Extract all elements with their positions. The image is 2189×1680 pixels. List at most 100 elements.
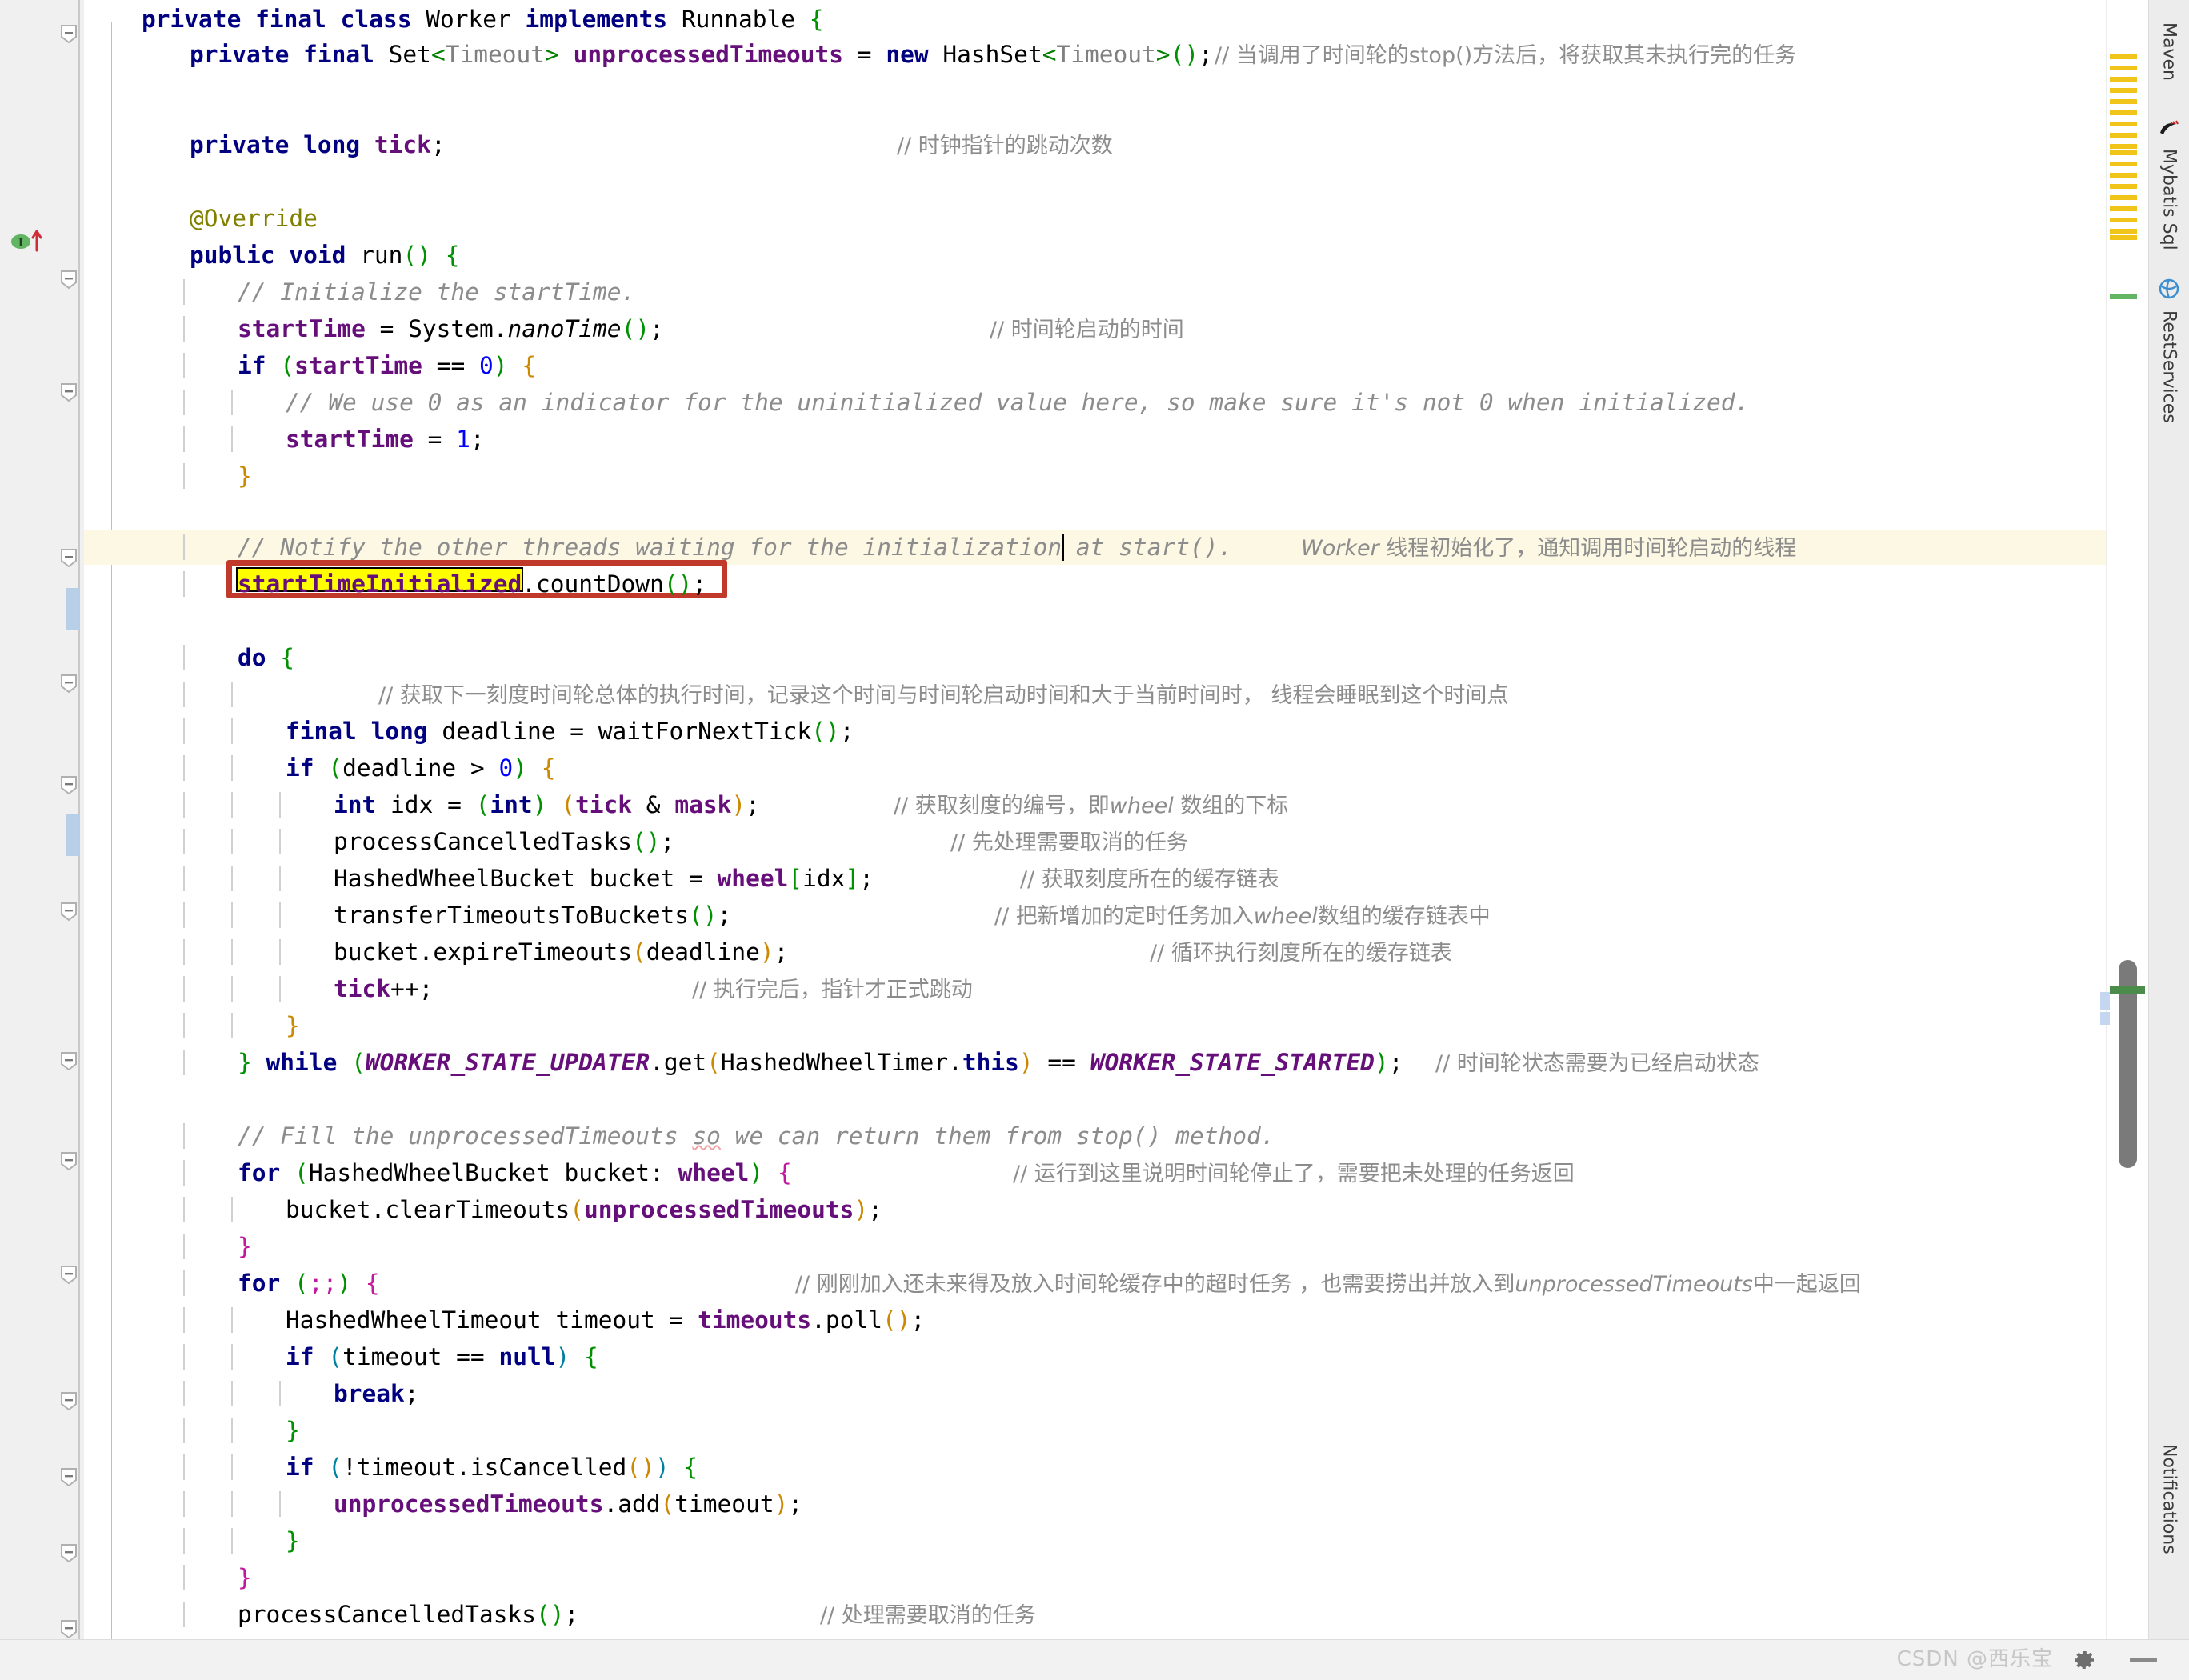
code-line[interactable]: transferTimeoutsToBuckets(); // 把新增加的定时任务… [84,898,2106,933]
scrollbar-warning-marker[interactable] [2110,66,2137,70]
code-line[interactable]: } while (WORKER_STATE_UPDATER.get(Hashed… [84,1045,2106,1080]
scrollbar-ok-marker[interactable] [2110,294,2137,299]
scrollbar-warning-marker[interactable] [2110,77,2137,82]
code-line[interactable]: if (startTime == 0) { [84,348,2106,383]
code-line[interactable]: // We use 0 as an indicator for the unin… [84,385,2106,420]
code-line[interactable]: HashedWheelBucket bucket = wheel[idx]; //… [84,861,2106,896]
code-line[interactable]: private final class Worker implements Ru… [84,2,2106,37]
code-line[interactable]: } [84,1560,2106,1595]
vcs-change-marker[interactable] [66,588,79,630]
code-token: ( [631,938,646,966]
code-line[interactable]: break; [84,1376,2106,1411]
fold-collapse-icon[interactable] [58,269,79,290]
fold-collapse-icon[interactable] [58,1264,79,1285]
fold-collapse-icon[interactable] [58,1050,79,1071]
code-line[interactable]: startTime = System.nanoTime(); // 时间轮启动的时… [84,311,2106,346]
code-token: Timeout [1056,41,1156,68]
code-line[interactable]: } [84,458,2106,494]
indent-guide [183,463,185,489]
code-token: ; [564,1601,579,1628]
fold-collapse-icon[interactable] [58,1150,79,1171]
code-editor[interactable]: private final class Worker implements Ru… [84,0,2106,1639]
code-line[interactable]: tick++; // 执行完后，指针才正式跳动 [84,971,2106,1006]
editor-scrollbar-markers[interactable] [2100,0,2148,1639]
code-token: @Override [190,205,318,232]
scrollbar-warning-marker[interactable] [2110,195,2137,200]
scrollbar-warning-marker[interactable] [2110,173,2137,178]
fold-collapse-icon[interactable] [58,1542,79,1563]
fold-collapse-icon[interactable] [58,774,79,795]
code-line[interactable]: } [84,1523,2106,1558]
annotation-token: () [663,570,693,598]
code-line[interactable]: processCancelledTasks(); // 先处理需要取消的任务 [84,824,2106,859]
scrollbar-warning-marker[interactable] [2110,99,2137,104]
run-gutter-icon[interactable]: I [10,228,46,252]
code-line[interactable]: private long tick; // 时钟指针的跳动次数 [84,127,2106,162]
code-token: we can return them from stop() method. [720,1122,1275,1150]
fold-collapse-icon[interactable] [58,382,79,402]
scrollbar-warning-marker[interactable] [2110,54,2137,59]
code-line[interactable]: bucket.clearTimeouts(unprocessedTimeouts… [84,1192,2106,1227]
scrollbar-warning-marker[interactable] [2110,133,2137,138]
minimize-icon[interactable] [2130,1658,2157,1662]
code-line[interactable]: // 获取下一刻度时间轮总体的执行时间，记录这个时间与时间轮启动时间和大于当前时… [84,677,2106,712]
code-line[interactable]: final long deadline = waitForNextTick(); [84,714,2106,749]
tool-window-rest-services[interactable]: RestServices [2149,306,2189,506]
fold-collapse-icon[interactable] [58,1390,79,1411]
code-token: == [1033,1049,1090,1076]
code-line[interactable]: do { [84,640,2106,675]
scrollbar-warning-marker[interactable] [2110,218,2137,222]
inline-comment: // 获取刻度的编号，即wheel 数组的下标 [894,794,1289,818]
scrollbar-warning-marker[interactable] [2110,235,2137,240]
code-line[interactable]: } [84,1229,2106,1264]
scrollbar-warning-marker[interactable] [2110,144,2137,149]
scrollbar-warning-marker[interactable] [2110,88,2137,93]
code-token: () [631,828,661,855]
fold-collapse-icon[interactable] [58,1466,79,1487]
code-line[interactable]: } [84,1413,2106,1448]
fold-collapse-icon[interactable] [58,673,79,694]
code-line[interactable]: // Fill the unprocessedTimeouts so we ca… [84,1118,2106,1154]
code-line[interactable]: if (deadline > 0) { [84,750,2106,786]
code-line[interactable]: public void run() { [84,238,2106,273]
code-line[interactable]: int idx = (int) (tick & mask);// 获取刻度的编号… [84,787,2106,822]
gear-icon[interactable] [2072,1648,2096,1672]
fold-collapse-icon[interactable] [58,23,79,44]
tool-window-notifications[interactable]: Notifications [2149,1439,2189,1639]
indent-guide [231,866,233,891]
code-line[interactable]: // Initialize the startTime. [84,274,2106,310]
code-line[interactable]: } [84,1008,2106,1043]
code-token: ( [351,1049,366,1076]
code-line[interactable]: HashedWheelTimeout timeout = timeouts.po… [84,1302,2106,1338]
scrollbar-warning-marker[interactable] [2110,122,2137,126]
code-line[interactable]: startTime = 1; [84,422,2106,457]
code-line[interactable]: unprocessedTimeouts.add(timeout); [84,1486,2106,1522]
code-token: // Notify the other threads waiting for … [238,534,1233,561]
right-tool-window-stripe[interactable]: Maven Mybatis Sql RestServices Notificat… [2148,0,2189,1639]
code-line[interactable]: private final Set<Timeout> unprocessedTi… [84,37,2106,72]
code-token: ( [706,1049,721,1076]
vcs-change-marker[interactable] [66,814,79,856]
code-line[interactable]: for (HashedWheelBucket bucket: wheel) {/… [84,1155,2106,1190]
code-line[interactable]: bucket.expireTimeouts(deadline); // 循环执行刻… [84,934,2106,970]
scrollbar-warning-marker[interactable] [2110,110,2137,115]
scrollbar-warning-marker[interactable] [2110,206,2137,211]
status-bar[interactable]: CSDN @西乐宝 [0,1639,2189,1680]
editor-gutter[interactable]: I [0,0,84,1639]
fold-collapse-icon[interactable] [58,547,79,568]
fold-collapse-icon[interactable] [58,1618,79,1639]
code-line[interactable]: for (;;) {// 刚刚加入还未来得及放入时间轮缓存中的超时任务 ，也需要… [84,1266,2106,1301]
scrollbar-warning-marker[interactable] [2110,184,2137,189]
code-token: startTime [238,315,366,342]
scrollbar-warning-marker[interactable] [2110,150,2137,155]
code-line[interactable]: if (timeout == null) { [84,1339,2106,1374]
fold-collapse-icon[interactable] [58,901,79,922]
code-line[interactable]: processCancelledTasks(); // 处理需要取消的任务 [84,1597,2106,1632]
code-line[interactable]: @Override [84,201,2106,236]
code-line[interactable]: if (!timeout.isCancelled()) { [84,1450,2106,1485]
code-token: ( [328,754,343,782]
scrollbar-warning-marker[interactable] [2110,162,2137,166]
code-token: () [621,315,650,342]
scrollbar-warning-marker[interactable] [2110,229,2137,234]
